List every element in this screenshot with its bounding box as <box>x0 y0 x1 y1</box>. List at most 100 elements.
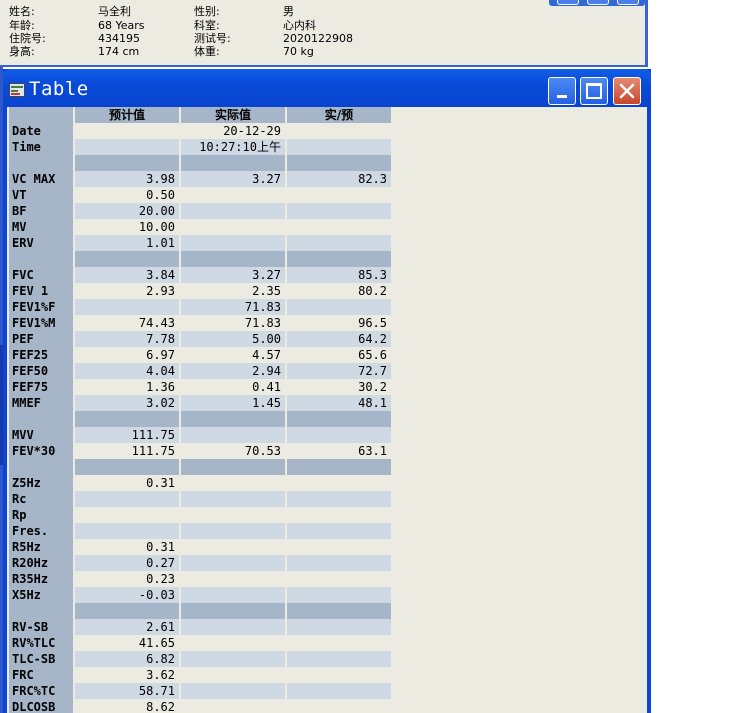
actual-value[interactable]: 4.57 <box>179 347 285 363</box>
predicted-value[interactable]: 3.84 <box>73 267 179 283</box>
ratio-value[interactable] <box>285 155 391 171</box>
actual-value[interactable]: 0.41 <box>179 379 285 395</box>
actual-value[interactable] <box>179 251 285 267</box>
row-label[interactable]: ERV <box>9 235 73 251</box>
ratio-value[interactable]: 48.1 <box>285 395 391 411</box>
row-label[interactable]: RV%TLC <box>9 635 73 651</box>
ratio-value[interactable]: 96.5 <box>285 315 391 331</box>
ratio-value[interactable] <box>285 475 391 491</box>
predicted-value[interactable] <box>73 491 179 507</box>
predicted-value[interactable] <box>73 139 179 155</box>
actual-value[interactable]: 3.27 <box>179 171 285 187</box>
actual-value[interactable] <box>179 491 285 507</box>
predicted-value[interactable] <box>73 459 179 475</box>
actual-value[interactable]: 2.94 <box>179 363 285 379</box>
actual-value[interactable]: 10:27:10上午 <box>179 139 285 155</box>
predicted-value[interactable] <box>73 299 179 315</box>
row-label[interactable]: VC MAX <box>9 171 73 187</box>
row-label[interactable]: VT <box>9 187 73 203</box>
ratio-value[interactable] <box>285 683 391 699</box>
ratio-value[interactable] <box>285 459 391 475</box>
ratio-value[interactable] <box>285 187 391 203</box>
row-label[interactable]: MVV <box>9 427 73 443</box>
maximize-button-partial[interactable] <box>587 0 609 5</box>
ratio-value[interactable]: 63.1 <box>285 443 391 459</box>
predicted-value[interactable]: 0.31 <box>73 539 179 555</box>
row-label[interactable]: Time <box>9 139 73 155</box>
row-label[interactable]: Rc <box>9 491 73 507</box>
ratio-value[interactable] <box>285 491 391 507</box>
ratio-value[interactable]: 65.6 <box>285 347 391 363</box>
row-label[interactable]: R20Hz <box>9 555 73 571</box>
actual-value[interactable] <box>179 203 285 219</box>
row-label[interactable]: FEV*30 <box>9 443 73 459</box>
ratio-value[interactable]: 80.2 <box>285 283 391 299</box>
predicted-value[interactable]: 2.61 <box>73 619 179 635</box>
ratio-value[interactable] <box>285 555 391 571</box>
predicted-value[interactable]: 6.97 <box>73 347 179 363</box>
row-label[interactable]: R5Hz <box>9 539 73 555</box>
predicted-value[interactable]: 111.75 <box>73 443 179 459</box>
ratio-value[interactable] <box>285 299 391 315</box>
row-label[interactable]: R35Hz <box>9 571 73 587</box>
row-label[interactable]: FEV1%M <box>9 315 73 331</box>
row-label[interactable]: Rp <box>9 507 73 523</box>
predicted-value[interactable]: 0.27 <box>73 555 179 571</box>
row-label[interactable]: FVC <box>9 267 73 283</box>
actual-value[interactable] <box>179 555 285 571</box>
ratio-value[interactable] <box>285 139 391 155</box>
actual-value[interactable] <box>179 699 285 713</box>
actual-value[interactable] <box>179 187 285 203</box>
row-label[interactable]: Fres. <box>9 523 73 539</box>
row-label[interactable] <box>9 411 73 427</box>
predicted-value[interactable] <box>73 123 179 139</box>
row-label[interactable]: Z5Hz <box>9 475 73 491</box>
actual-value[interactable] <box>179 683 285 699</box>
actual-value[interactable]: 20-12-29 <box>179 123 285 139</box>
row-label[interactable]: FEF50 <box>9 363 73 379</box>
ratio-value[interactable] <box>285 203 391 219</box>
predicted-value[interactable] <box>73 603 179 619</box>
ratio-value[interactable]: 82.3 <box>285 171 391 187</box>
ratio-value[interactable] <box>285 427 391 443</box>
actual-value[interactable]: 70.53 <box>179 443 285 459</box>
ratio-value[interactable] <box>285 603 391 619</box>
actual-value[interactable] <box>179 539 285 555</box>
row-label[interactable]: FEV1%F <box>9 299 73 315</box>
ratio-value[interactable] <box>285 251 391 267</box>
predicted-value[interactable]: 10.00 <box>73 219 179 235</box>
close-button[interactable] <box>613 77 641 105</box>
actual-value[interactable] <box>179 667 285 683</box>
ratio-value[interactable]: 85.3 <box>285 267 391 283</box>
row-label[interactable] <box>9 155 73 171</box>
ratio-value[interactable] <box>285 699 391 713</box>
ratio-value[interactable]: 30.2 <box>285 379 391 395</box>
row-label[interactable]: MV <box>9 219 73 235</box>
actual-value[interactable]: 2.35 <box>179 283 285 299</box>
predicted-value[interactable]: 0.31 <box>73 475 179 491</box>
ratio-value[interactable] <box>285 667 391 683</box>
actual-value[interactable] <box>179 219 285 235</box>
row-label[interactable]: PEF <box>9 331 73 347</box>
minimize-button-partial[interactable] <box>557 0 579 5</box>
actual-value[interactable] <box>179 427 285 443</box>
row-label[interactable]: FRC <box>9 667 73 683</box>
actual-value[interactable] <box>179 571 285 587</box>
row-label[interactable] <box>9 459 73 475</box>
ratio-value[interactable] <box>285 571 391 587</box>
ratio-value[interactable] <box>285 123 391 139</box>
actual-value[interactable] <box>179 475 285 491</box>
actual-value[interactable] <box>179 619 285 635</box>
actual-value[interactable]: 1.45 <box>179 395 285 411</box>
ratio-value[interactable] <box>285 619 391 635</box>
row-label[interactable] <box>9 603 73 619</box>
predicted-value[interactable]: 4.04 <box>73 363 179 379</box>
actual-value[interactable] <box>179 651 285 667</box>
actual-value[interactable]: 71.83 <box>179 315 285 331</box>
predicted-value[interactable] <box>73 523 179 539</box>
predicted-value[interactable] <box>73 507 179 523</box>
actual-value[interactable] <box>179 523 285 539</box>
predicted-value[interactable]: 3.02 <box>73 395 179 411</box>
predicted-value[interactable]: -0.03 <box>73 587 179 603</box>
row-label[interactable]: MMEF <box>9 395 73 411</box>
